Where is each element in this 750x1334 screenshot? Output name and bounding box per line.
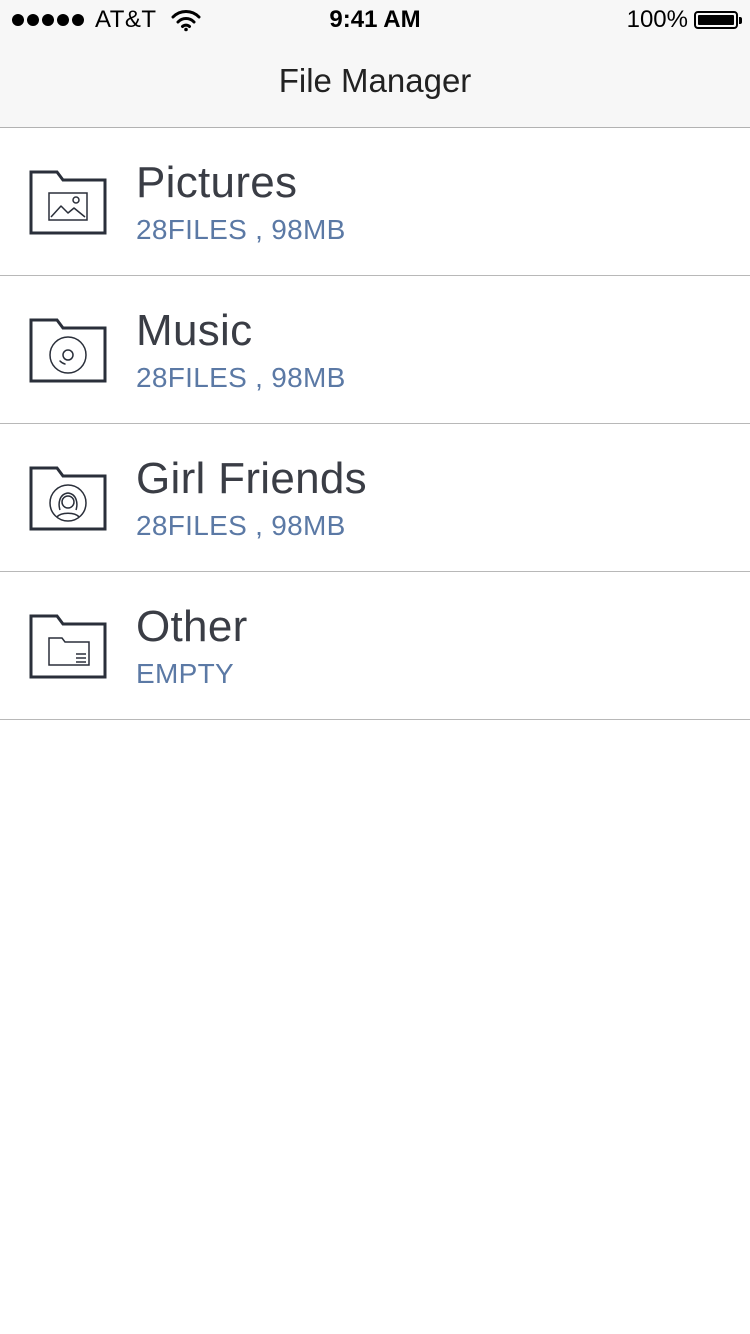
folder-list: Pictures 28FILES , 98MB Music 28FILES , … xyxy=(0,128,750,720)
folder-info: 28FILES , 98MB xyxy=(136,214,346,245)
screen: AT&T 9:41 AM 100% File Manager Pictures … xyxy=(0,0,750,1334)
page-title: File Manager xyxy=(278,62,472,99)
folder-name: Other xyxy=(136,602,248,651)
music-folder-icon xyxy=(29,318,107,383)
top-bar: AT&T 9:41 AM 100% File Manager xyxy=(0,0,750,128)
battery-percentage: 100% xyxy=(626,6,688,33)
folder-row-girl-friends[interactable]: Girl Friends 28FILES , 98MB xyxy=(0,424,750,572)
folder-info: EMPTY xyxy=(136,658,234,689)
folder-name: Girl Friends xyxy=(136,454,367,503)
folder-row-pictures[interactable]: Pictures 28FILES , 98MB xyxy=(0,128,750,276)
folder-info: 28FILES , 98MB xyxy=(136,362,346,393)
status-bar: AT&T 9:41 AM 100% xyxy=(0,0,750,40)
folder-row-other[interactable]: Other EMPTY xyxy=(0,572,750,720)
battery-icon xyxy=(694,11,742,29)
status-right: 100% xyxy=(626,6,742,34)
document-folder-icon xyxy=(29,614,107,679)
contact-folder-icon xyxy=(29,466,107,531)
folder-info: 28FILES , 98MB xyxy=(136,510,346,541)
folder-row-music[interactable]: Music 28FILES , 98MB xyxy=(0,276,750,424)
picture-folder-icon xyxy=(29,170,107,235)
folder-name: Pictures xyxy=(136,158,298,207)
folder-name: Music xyxy=(136,306,253,355)
